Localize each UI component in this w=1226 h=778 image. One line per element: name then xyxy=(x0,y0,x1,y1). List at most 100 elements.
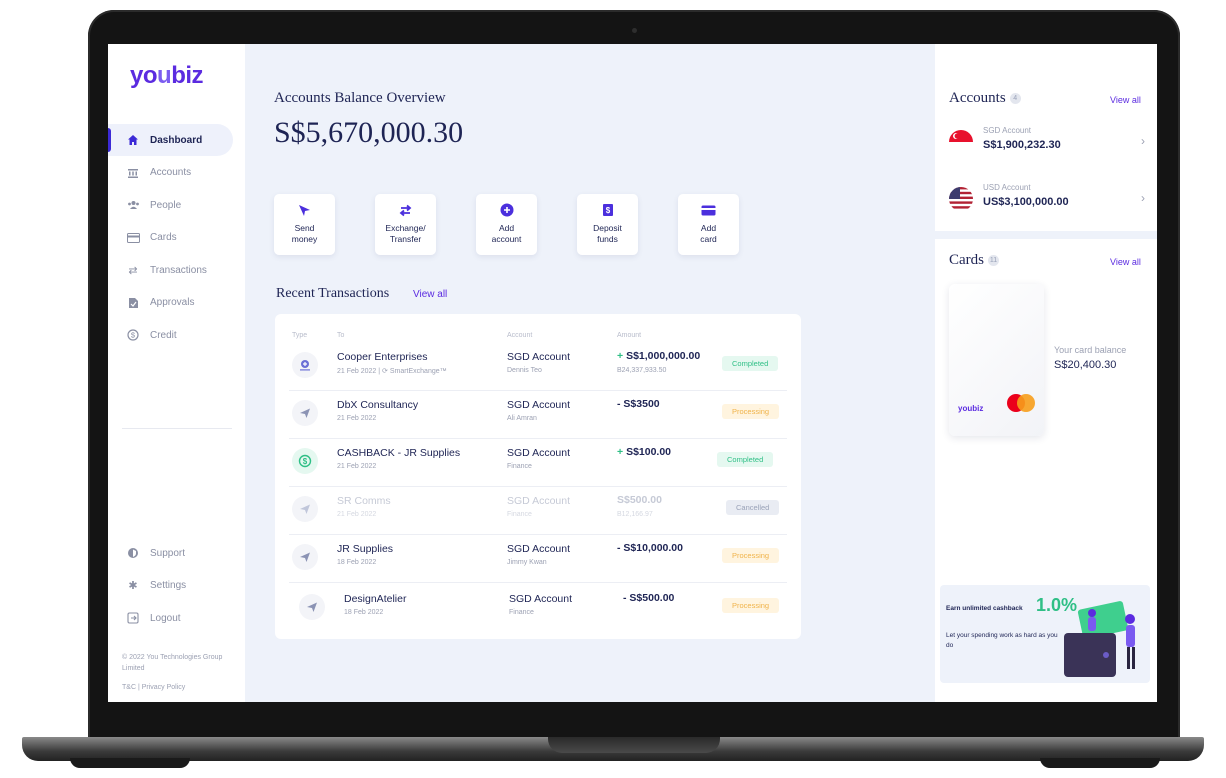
transaction-account: SGD Account xyxy=(507,399,571,411)
cashback-promo-banner[interactable]: Earn unlimited cashback 1.0% Let your sp… xyxy=(940,585,1150,683)
send-icon xyxy=(297,202,313,218)
usa-flag-icon xyxy=(949,187,973,211)
exchange-icon xyxy=(398,202,414,218)
app-screen: youbiz Dashboard Accounts People Cards ⇄… xyxy=(108,44,1157,702)
amount-sign: - xyxy=(623,592,627,604)
sidebar-item-dashboard[interactable]: Dashboard xyxy=(108,124,233,156)
transaction-date: 21 Feb 2022 xyxy=(337,463,377,470)
add-account-button[interactable]: Add account xyxy=(476,194,537,255)
transaction-date: 21 Feb 2022 xyxy=(337,511,377,518)
sidebar-item-cards[interactable]: Cards xyxy=(108,222,245,254)
shield-icon xyxy=(126,546,140,560)
amount-value: S$500.00 xyxy=(617,494,662,506)
action-label: Exchange/ xyxy=(385,223,426,233)
action-label: Send xyxy=(294,223,315,233)
transaction-account-owner: Finance xyxy=(507,511,532,518)
sidebar-item-approvals[interactable]: Approvals xyxy=(108,287,245,319)
panel-divider xyxy=(935,231,1157,239)
sidebar-item-logout[interactable]: Logout xyxy=(108,602,245,634)
cards-count: 11 xyxy=(988,255,999,267)
table-row[interactable]: DesignAtelier 18 Feb 2022 SGD Account Fi… xyxy=(289,584,787,632)
sidebar-item-label: Cards xyxy=(150,232,177,243)
transaction-name: CASHBACK - JR Supplies xyxy=(337,447,461,459)
deposit-funds-button[interactable]: $ Deposit funds xyxy=(577,194,638,255)
cards-view-all-link[interactable]: View all xyxy=(1110,257,1141,267)
card-brand-logo: youbiz xyxy=(958,404,984,413)
send-money-button[interactable]: Send money xyxy=(274,194,335,255)
sidebar-item-label: Transactions xyxy=(150,264,207,276)
accounts-view-all-link[interactable]: View all xyxy=(1110,95,1141,105)
sidebar-item-settings[interactable]: ✱ Settings xyxy=(108,570,245,602)
send-icon xyxy=(299,594,325,620)
sidebar: youbiz Dashboard Accounts People Cards ⇄… xyxy=(108,44,245,702)
sidebar-item-people[interactable]: People xyxy=(108,189,245,221)
sidebar-item-accounts[interactable]: Accounts xyxy=(108,157,245,189)
people-icon xyxy=(126,198,140,212)
account-amount: S$1,900,232.30 xyxy=(983,139,1061,151)
status-badge: Cancelled xyxy=(726,500,780,515)
laptop-foot-left xyxy=(70,758,190,768)
sidebar-item-label: Logout xyxy=(150,612,181,624)
amount-value: S$10,000.00 xyxy=(623,542,683,554)
amount-value: S$1,000,000.00 xyxy=(626,350,701,362)
transaction-amount: - S$10,000.00 xyxy=(617,542,683,554)
sidebar-item-support[interactable]: Support xyxy=(108,537,245,569)
sidebar-bottom-nav: Support ✱ Settings Logout xyxy=(108,537,245,635)
home-icon xyxy=(126,133,140,147)
column-header-to: To xyxy=(337,332,345,339)
mastercard-icon-overlap xyxy=(1017,394,1035,412)
quick-actions: Send money Exchange/Transfer Add account $… xyxy=(274,194,739,255)
sidebar-item-label: People xyxy=(150,199,182,211)
amount-sign: + xyxy=(617,350,624,362)
youbiz-logo[interactable]: youbiz xyxy=(130,62,204,90)
cards-panel-title: Cards 11 xyxy=(949,252,999,268)
transaction-account-owner: Finance xyxy=(507,463,532,470)
account-amount: US$3,100,000.00 xyxy=(983,196,1069,208)
table-row[interactable]: SR Comms 21 Feb 2022 SGD Account Finance… xyxy=(289,486,787,535)
action-label: account xyxy=(491,234,522,244)
document-check-icon xyxy=(126,296,140,310)
account-item-usd[interactable]: USD Account US$3,100,000.00 › xyxy=(949,179,1145,219)
sidebar-item-credit[interactable]: $ Credit xyxy=(108,319,245,351)
svg-text:$: $ xyxy=(131,331,136,340)
transaction-account-owner: Jimmy Kwan xyxy=(507,559,547,566)
table-row[interactable]: $ CASHBACK - JR Supplies 21 Feb 2022 SGD… xyxy=(289,438,787,487)
table-row[interactable]: Cooper Enterprises 21 Feb 2022 | ⟳ Smart… xyxy=(289,342,787,391)
column-header-type: Type xyxy=(292,332,308,339)
card-icon xyxy=(701,202,717,218)
transaction-amount: + S$100.00 xyxy=(617,446,671,458)
account-item-sgd[interactable]: SGD Account S$1,900,232.30 › xyxy=(949,122,1145,162)
sidebar-item-label: Support xyxy=(150,547,186,559)
account-label: USD Account xyxy=(983,183,1031,192)
promo-headline: Earn unlimited cashback xyxy=(946,605,1023,612)
recent-transactions-view-all-link[interactable]: View all xyxy=(413,289,447,300)
transaction-date: 21 Feb 2022 xyxy=(337,415,377,422)
transaction-name: DbX Consultancy xyxy=(337,399,419,411)
accounts-panel-title: Accounts 4 xyxy=(949,90,1021,107)
policy-link[interactable]: T&C | Privacy Policy xyxy=(122,684,185,691)
sidebar-item-label: Accounts xyxy=(150,167,192,178)
transaction-amount: S$500.00 xyxy=(617,494,662,506)
arrows-icon: ⇄ xyxy=(128,264,138,277)
bank-icon xyxy=(126,166,140,180)
sidebar-item-transactions[interactable]: ⇄ Transactions xyxy=(108,254,245,286)
amount-sign: + xyxy=(617,446,624,458)
amount-sign: - xyxy=(617,542,621,554)
status-badge: Processing xyxy=(722,548,780,563)
send-icon xyxy=(292,496,318,522)
laptop-foot-right xyxy=(1040,758,1160,768)
right-panel: Accounts 4 View all SGD Account S$1,900,2… xyxy=(935,44,1157,702)
table-row[interactable]: JR Supplies 18 Feb 2022 SGD Account Jimm… xyxy=(289,534,787,583)
sidebar-item-label: Dashboard xyxy=(150,134,203,146)
chevron-right-icon: › xyxy=(1141,134,1145,148)
add-card-button[interactable]: Add card xyxy=(678,194,739,255)
table-row[interactable]: DbX Consultancy 21 Feb 2022 SGD Account … xyxy=(289,390,787,439)
payment-card[interactable]: youbiz xyxy=(949,284,1044,436)
chevron-right-icon: › xyxy=(1141,191,1145,205)
copyright-text: © 2022 You Technologies Group Limited xyxy=(122,654,223,672)
dollar-circle-icon: $ xyxy=(126,328,140,342)
exchange-transfer-button[interactable]: Exchange/Transfer xyxy=(375,194,436,255)
amount-value: S$3500 xyxy=(623,398,660,410)
sidebar-divider xyxy=(122,428,232,429)
send-icon xyxy=(292,400,318,426)
